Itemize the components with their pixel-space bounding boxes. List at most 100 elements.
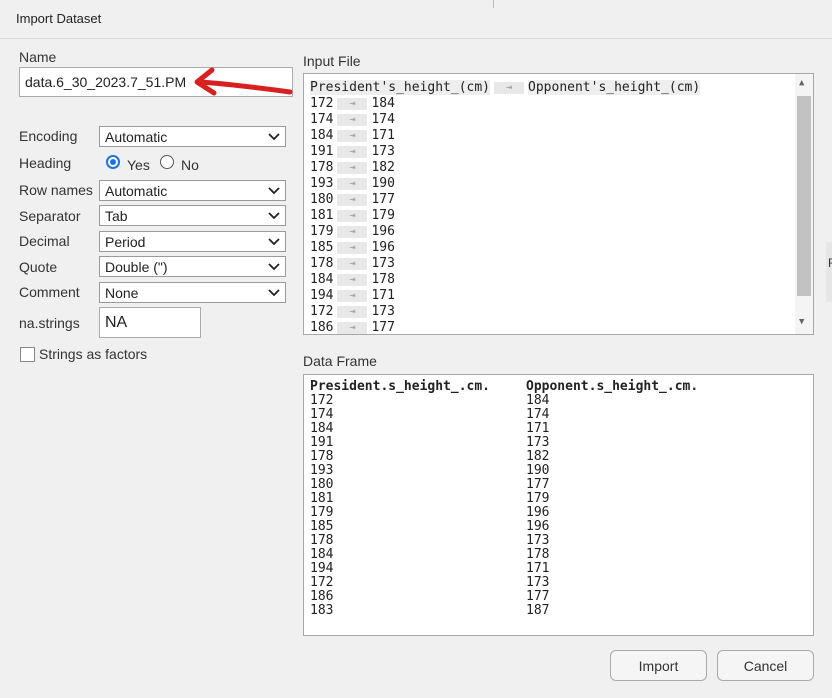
data-frame-cell: 184 <box>310 547 334 562</box>
data-frame-cell: 179 <box>310 505 334 520</box>
dialog-title: Import Dataset <box>16 11 102 26</box>
quote-select[interactable]: Double (") <box>99 256 286 277</box>
tab-glyph-icon: ⇥ <box>337 241 368 254</box>
heading-yes-label: Yes <box>127 157 150 173</box>
decimal-select[interactable]: Period <box>99 231 286 252</box>
input-file-row: 193 ⇥ 190 <box>310 176 395 192</box>
input-file-row: 184 ⇥ 178 <box>310 272 395 288</box>
tab-glyph-icon: ⇥ <box>337 225 368 238</box>
input-file-row: 180 ⇥ 177 <box>310 192 395 208</box>
input-file-row: 172 ⇥ 173 <box>310 304 395 320</box>
input-file-preview[interactable]: President's_height_(cm) ⇥ Opponent's_heigh… <box>303 73 814 335</box>
input-file-cell: 178 <box>310 160 334 175</box>
input-file-cell: 173 <box>371 304 395 319</box>
tab-glyph-icon: ⇥ <box>337 305 368 318</box>
input-file-scrollbar[interactable]: ▲ ▼ <box>795 74 813 334</box>
heading-no-radio[interactable] <box>160 155 174 169</box>
chevron-down-icon <box>268 212 280 220</box>
data-frame-cell: 186 <box>310 589 334 604</box>
data-frame-cell: 172 <box>310 575 334 590</box>
tab-glyph-icon: ⇥ <box>337 113 368 126</box>
separator-select[interactable]: Tab <box>99 205 286 226</box>
input-file-label: Input File <box>303 53 361 69</box>
encoding-value: Automatic <box>105 129 168 145</box>
tab-glyph-icon: ⇥ <box>337 145 368 158</box>
data-frame-cell: 178 <box>526 547 550 562</box>
input-file-header-2: Opponent's_height_(cm) <box>528 80 701 95</box>
input-file-row: 172 ⇥ 184 <box>310 96 395 112</box>
tab-glyph-icon: ⇥ <box>337 161 368 174</box>
input-file-row: 181 ⇥ 179 <box>310 208 395 224</box>
input-file-cell: 196 <box>371 224 395 239</box>
data-frame-cell: 179 <box>526 491 550 506</box>
chevron-down-icon <box>268 187 280 195</box>
strings-as-factors-label: Strings as factors <box>39 346 148 362</box>
data-frame-preview[interactable]: President.s_height_.cm. Opponent.s_heigh… <box>303 374 814 636</box>
tab-glyph-icon: ⇥ <box>337 193 368 206</box>
heading-yes-radio[interactable] <box>106 155 120 169</box>
input-file-cell: 171 <box>371 128 395 143</box>
tab-glyph-icon: ⇥ <box>337 209 368 222</box>
input-file-cell: 184 <box>310 272 334 287</box>
data-frame-cell: 177 <box>526 477 550 492</box>
na-strings-label: na.strings <box>19 315 80 331</box>
data-frame-cell: 171 <box>526 561 550 576</box>
input-file-cell: 191 <box>310 144 334 159</box>
input-file-header-row: President's_height_(cm) ⇥ Opponent's_heigh… <box>310 80 701 96</box>
input-file-cell: 173 <box>371 256 395 271</box>
data-frame-cell: 191 <box>310 435 334 450</box>
scroll-down-icon[interactable]: ▼ <box>799 317 804 327</box>
input-file-cell: 190 <box>371 176 395 191</box>
strings-as-factors-checkbox[interactable] <box>20 347 35 362</box>
row-names-label: Row names <box>19 182 93 198</box>
chevron-down-icon <box>268 133 280 141</box>
input-file-cell: 172 <box>310 96 334 111</box>
scroll-up-icon[interactable]: ▲ <box>799 78 804 88</box>
chevron-down-icon <box>268 289 280 297</box>
annotation-arrow-icon <box>194 67 293 96</box>
input-file-row: 178 ⇥ 182 <box>310 160 395 176</box>
row-names-value: Automatic <box>105 183 168 199</box>
comment-select[interactable]: None <box>99 282 286 303</box>
input-file-row: 174 ⇥ 174 <box>310 112 395 128</box>
input-file-row: 178 ⇥ 173 <box>310 256 395 272</box>
input-file-row: 186 ⇥ 177 <box>310 320 395 334</box>
data-frame-cell: 181 <box>310 491 334 506</box>
scroll-thumb[interactable] <box>797 96 811 296</box>
data-frame-cell: 173 <box>526 435 550 450</box>
input-file-header-1: President's_height_(cm) <box>310 80 491 95</box>
data-frame-cell: 180 <box>310 477 334 492</box>
quote-value: Double (") <box>105 259 168 275</box>
data-frame-cell: 187 <box>526 603 550 618</box>
data-frame-cell: 193 <box>310 463 334 478</box>
data-frame-column-1: President.s_height_.cm. <box>310 379 491 394</box>
heading-no-label: No <box>181 157 199 173</box>
separator-value: Tab <box>105 208 128 224</box>
input-file-cell: 172 <box>310 304 334 319</box>
data-frame-cell: 190 <box>526 463 550 478</box>
comment-value: None <box>105 285 139 301</box>
tab-glyph-icon: ⇥ <box>337 177 368 190</box>
tab-glyph-icon: ⇥ <box>337 129 368 142</box>
data-frame-cell: 194 <box>310 561 334 576</box>
data-frame-cell: 174 <box>310 407 334 422</box>
input-file-row: 191 ⇥ 173 <box>310 144 395 160</box>
tab-glyph-icon: ⇥ <box>494 81 525 94</box>
na-strings-input[interactable]: NA <box>99 307 201 338</box>
data-frame-cell: 182 <box>526 449 550 464</box>
chevron-down-icon <box>268 238 280 246</box>
input-file-cell: 193 <box>310 176 334 191</box>
row-names-select[interactable]: Automatic <box>99 180 286 201</box>
data-frame-cell: 178 <box>310 533 334 548</box>
cancel-button[interactable]: Cancel <box>717 650 814 681</box>
quote-label: Quote <box>19 259 58 275</box>
data-frame-cell: 174 <box>526 407 550 422</box>
input-file-cell: 196 <box>371 240 395 255</box>
decimal-value: Period <box>105 234 146 250</box>
input-file-cell: 178 <box>371 272 395 287</box>
import-button[interactable]: Import <box>610 650 707 681</box>
encoding-select[interactable]: Automatic <box>99 126 286 147</box>
data-frame-cell: 173 <box>526 575 550 590</box>
background-window-edge: F <box>826 242 832 302</box>
tab-glyph-icon: ⇥ <box>337 321 368 334</box>
